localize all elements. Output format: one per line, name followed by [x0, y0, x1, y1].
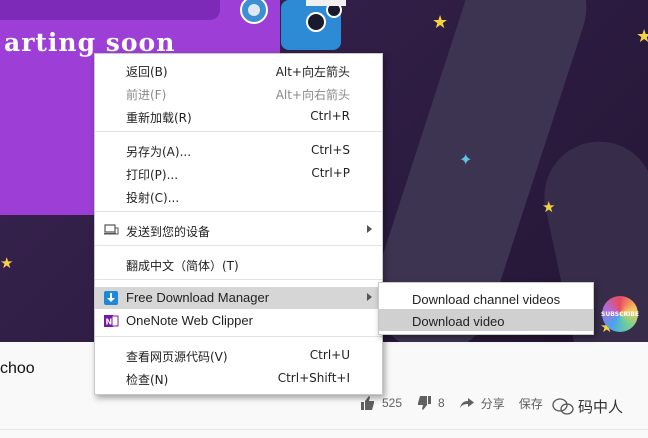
svg-text:N: N — [106, 318, 113, 327]
shortcut-label: Ctrl+U — [309, 348, 350, 362]
menu-separator — [95, 336, 382, 337]
like-button[interactable]: 525 — [360, 395, 402, 411]
shortcut-label: Alt+向左箭头 — [275, 65, 350, 79]
context-menu: 返回(B) Alt+向左箭头 前进(F) Alt+向右箭头 重新加载(R) Ct… — [94, 53, 383, 395]
menu-item-save-as[interactable]: 另存为(A)... Ctrl+S — [95, 139, 382, 161]
menu-item-print[interactable]: 打印(P)... Ctrl+P — [95, 162, 382, 184]
devices-icon — [104, 224, 119, 235]
menu-separator — [95, 245, 382, 246]
save-button[interactable]: 保存 — [519, 395, 543, 412]
menu-separator — [95, 131, 382, 132]
dislike-count: 8 — [438, 396, 445, 410]
wechat-icon — [552, 397, 574, 415]
subscribe-badge[interactable]: SUBSCRIBE — [601, 296, 639, 332]
fdm-submenu: Download channel videos Download video — [378, 282, 594, 335]
submenu-item-download-channel-videos[interactable]: Download channel videos — [379, 287, 593, 309]
menu-item-cast[interactable]: 投射(C)... — [95, 185, 382, 207]
star-icon: ★ — [542, 198, 556, 216]
menu-item-forward[interactable]: 前进(F) Alt+向右箭头 — [95, 82, 382, 104]
menu-separator — [95, 279, 382, 280]
onenote-icon: N — [104, 315, 119, 327]
robot-illustration — [240, 0, 346, 50]
action-bar: 525 8 分享 保存 — [360, 393, 557, 413]
share-label: 分享 — [480, 396, 505, 411]
menu-item-translate[interactable]: 翻成中文（简体）(T) — [95, 253, 382, 275]
submenu-item-download-video[interactable]: Download video — [379, 309, 593, 331]
submenu-arrow-icon — [367, 293, 372, 301]
menu-item-back[interactable]: 返回(B) Alt+向左箭头 — [95, 59, 382, 81]
menu-item-send-to-devices[interactable]: 发送到您的设备 — [95, 219, 382, 241]
fdm-icon — [104, 291, 118, 305]
thumbs-up-icon — [361, 396, 374, 410]
sparkle-icon: ✦ — [459, 150, 473, 169]
menu-item-view-source[interactable]: 查看网页源代码(V) Ctrl+U — [95, 344, 382, 366]
like-count: 525 — [382, 396, 403, 410]
save-label: 保存 — [518, 396, 543, 411]
share-button[interactable]: 分享 — [459, 395, 505, 412]
divider — [0, 429, 648, 430]
shortcut-label: Alt+向右箭头 — [275, 88, 350, 102]
shortcut-label: Ctrl+Shift+I — [277, 371, 350, 385]
star-icon: ★ — [432, 12, 449, 33]
menu-separator — [95, 211, 382, 212]
shortcut-label: Ctrl+S — [310, 143, 350, 157]
shortcut-label: Ctrl+P — [311, 166, 350, 180]
watermark-text: 码中人 — [578, 398, 624, 416]
menu-item-inspect[interactable]: 检查(N) Ctrl+Shift+I — [95, 367, 382, 389]
star-icon: ★ — [0, 254, 14, 272]
share-arrow-icon — [459, 398, 474, 408]
video-title: choo — [0, 360, 35, 377]
watermark: 码中人 — [552, 396, 623, 417]
submenu-arrow-icon — [367, 225, 372, 233]
menu-item-onenote-clipper[interactable]: N OneNote Web Clipper — [95, 310, 382, 332]
menu-item-reload[interactable]: 重新加载(R) Ctrl+R — [95, 105, 382, 127]
thumbs-down-icon — [418, 396, 432, 410]
dislike-button[interactable]: 8 — [416, 395, 445, 411]
menu-item-free-download-manager[interactable]: Free Download Manager — [95, 287, 382, 309]
star-icon: ★ — [636, 26, 648, 47]
shortcut-label: Ctrl+R — [310, 109, 350, 123]
